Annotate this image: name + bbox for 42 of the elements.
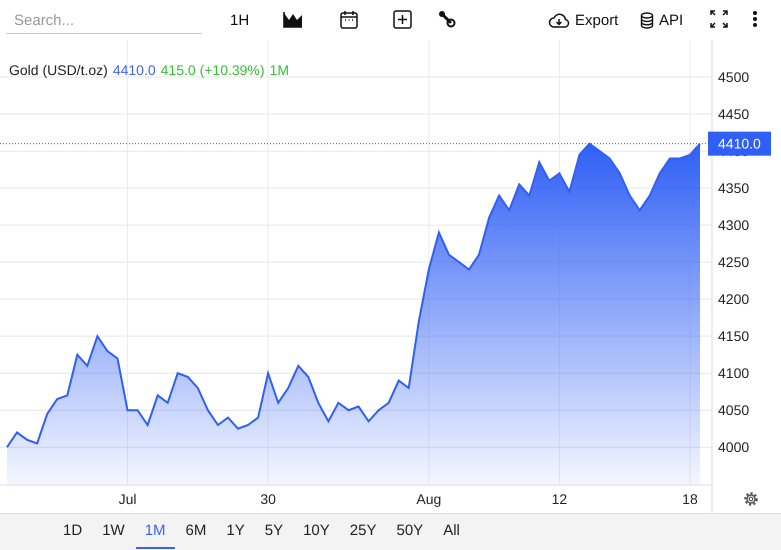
y-axis-label: 4500 bbox=[718, 69, 750, 86]
add-icon[interactable] bbox=[393, 10, 412, 29]
range-tab[interactable]: 1Y bbox=[217, 514, 254, 549]
api-button[interactable]: API bbox=[640, 8, 684, 32]
range-tab[interactable]: 25Y bbox=[340, 514, 386, 549]
y-axis-label: 4150 bbox=[718, 328, 750, 344]
period-label: 1M bbox=[270, 62, 289, 78]
y-axis-label: 4250 bbox=[718, 254, 750, 270]
y-axis-label: 4000 bbox=[718, 439, 750, 456]
y-axis-label: 4050 bbox=[718, 402, 750, 418]
range-tab[interactable]: 1M bbox=[136, 514, 175, 549]
more-icon[interactable] bbox=[752, 10, 758, 28]
y-axis-label: 4100 bbox=[718, 365, 750, 382]
range-tab[interactable]: 5Y bbox=[256, 514, 292, 549]
last-price: 4410.0 bbox=[112, 62, 156, 78]
range-tab[interactable]: 6M bbox=[176, 514, 216, 549]
calendar-icon[interactable] bbox=[339, 10, 359, 30]
range-tab[interactable]: 1W bbox=[93, 514, 134, 549]
area-chart-icon[interactable] bbox=[283, 10, 303, 28]
export-button[interactable]: Export bbox=[548, 8, 618, 32]
range-tab[interactable]: 10Y bbox=[294, 514, 339, 549]
cloud-download-icon bbox=[548, 12, 570, 28]
x-axis-label: 18 bbox=[682, 491, 698, 507]
price-change: 415.0 (+10.39%) bbox=[160, 62, 265, 78]
y-axis-label: 4350 bbox=[718, 180, 750, 196]
range-tab[interactable]: 1D bbox=[54, 514, 92, 549]
x-axis-label: 12 bbox=[552, 491, 568, 507]
y-axis-label: 4300 bbox=[718, 217, 750, 234]
fullscreen-icon[interactable] bbox=[710, 10, 728, 28]
price-tag: 4410.0 bbox=[708, 132, 771, 156]
instrument-name: Gold (USD/t.oz) bbox=[9, 62, 108, 78]
y-axis-label: 4200 bbox=[718, 291, 750, 308]
range-tab[interactable]: All bbox=[434, 514, 469, 549]
settings-icon[interactable] bbox=[744, 492, 758, 506]
x-axis-label: Aug bbox=[416, 491, 442, 507]
y-axis-label: 4450 bbox=[718, 106, 750, 122]
x-axis-label: Jul bbox=[118, 491, 136, 507]
x-axis-label: 30 bbox=[260, 491, 276, 507]
wrench-icon[interactable] bbox=[438, 10, 456, 28]
range-tab[interactable]: 50Y bbox=[388, 514, 432, 549]
interval-button[interactable]: 1H bbox=[230, 8, 250, 32]
database-icon bbox=[640, 12, 654, 28]
